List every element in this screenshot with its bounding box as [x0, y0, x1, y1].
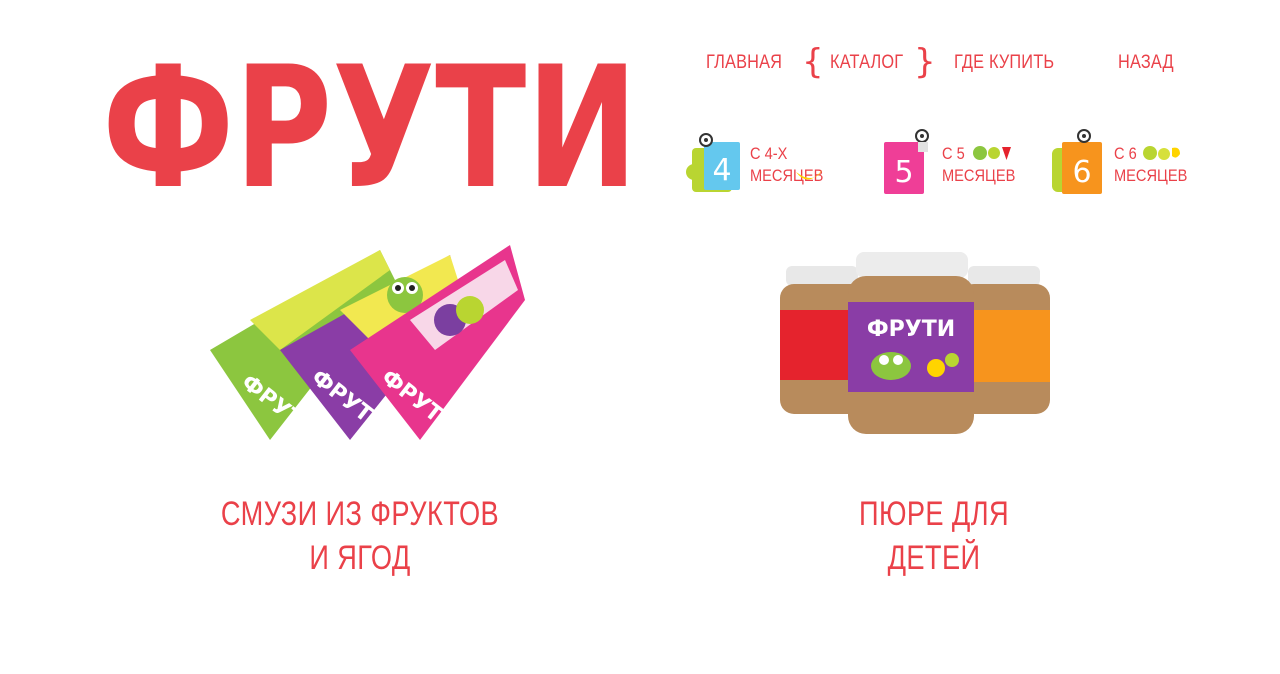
- nav-back-link[interactable]: НАЗАД: [1118, 52, 1174, 74]
- age-5-label-line1: С 5: [942, 144, 965, 163]
- puree-caption[interactable]: ПЮРЕ ДЛЯ ДЕТЕЙ: [724, 492, 1144, 580]
- nav-catalog-link[interactable]: КАТАЛОГ: [830, 52, 903, 74]
- logo-text: ФРУТИ: [102, 38, 638, 198]
- age-6-mascot-icon: 6: [1052, 129, 1102, 194]
- smoothie-caption-line2: И ЯГОД: [309, 539, 411, 577]
- age-4-label-line1: С 4-Х: [750, 144, 788, 163]
- puree-product-image[interactable]: ФРУТИ: [776, 248, 1066, 438]
- brand-logo[interactable]: ФРУТИ: [100, 38, 640, 198]
- smoothie-caption[interactable]: СМУЗИ ИЗ ФРУКТОВ И ЯГОД: [160, 492, 560, 580]
- apple-pear-icon: [1143, 146, 1180, 160]
- banana-icon: [796, 170, 822, 180]
- age-6-label-line1: С 6: [1114, 144, 1137, 163]
- apple-strawberry-icon: [973, 146, 1011, 160]
- logo-graphic: ФРУТИ: [102, 38, 638, 198]
- age-4-number: 4: [712, 153, 731, 188]
- puree-jars-illustration: ФРУТИ: [780, 252, 1050, 434]
- age-group-4[interactable]: 4 С 4-Х МЕСЯЦЕВ: [686, 128, 846, 198]
- smoothie-packs-illustration: ФРУТИ ФРУТИ ФРУТИ: [210, 245, 525, 444]
- smoothie-caption-line1: СМУЗИ ИЗ ФРУКТОВ: [220, 495, 500, 533]
- puree-caption-line1: ПЮРЕ ДЛЯ: [859, 495, 1009, 533]
- age-5-label-line2: МЕСЯЦЕВ: [942, 166, 1016, 185]
- age-6-label-line2: МЕСЯЦЕВ: [1114, 166, 1188, 185]
- age-6-number: 6: [1072, 155, 1091, 190]
- nav-brace-right: }: [914, 42, 936, 82]
- smoothie-product-image[interactable]: ФРУТИ ФРУТИ ФРУТИ: [200, 240, 540, 450]
- age-5-mascot-icon: 5: [884, 129, 929, 194]
- nav-home-link[interactable]: ГЛАВНАЯ: [706, 52, 782, 74]
- puree-caption-line2: ДЕТЕЙ: [887, 539, 981, 577]
- nav-where-to-buy-link[interactable]: ГДЕ КУПИТЬ: [954, 52, 1054, 74]
- age-group-5[interactable]: 5 С 5 МЕСЯЦЕВ: [878, 128, 1028, 198]
- age-group-6[interactable]: 6 С 6 МЕСЯЦЕВ: [1050, 128, 1190, 198]
- nav-brace-left: {: [802, 42, 824, 82]
- age-4-mascot-icon: 4: [686, 133, 740, 192]
- main-nav: ГЛАВНАЯ { КАТАЛОГ } ГДЕ КУПИТЬ НАЗАД: [706, 42, 1186, 82]
- age-5-number: 5: [894, 155, 913, 190]
- jar-label: ФРУТИ: [867, 317, 955, 342]
